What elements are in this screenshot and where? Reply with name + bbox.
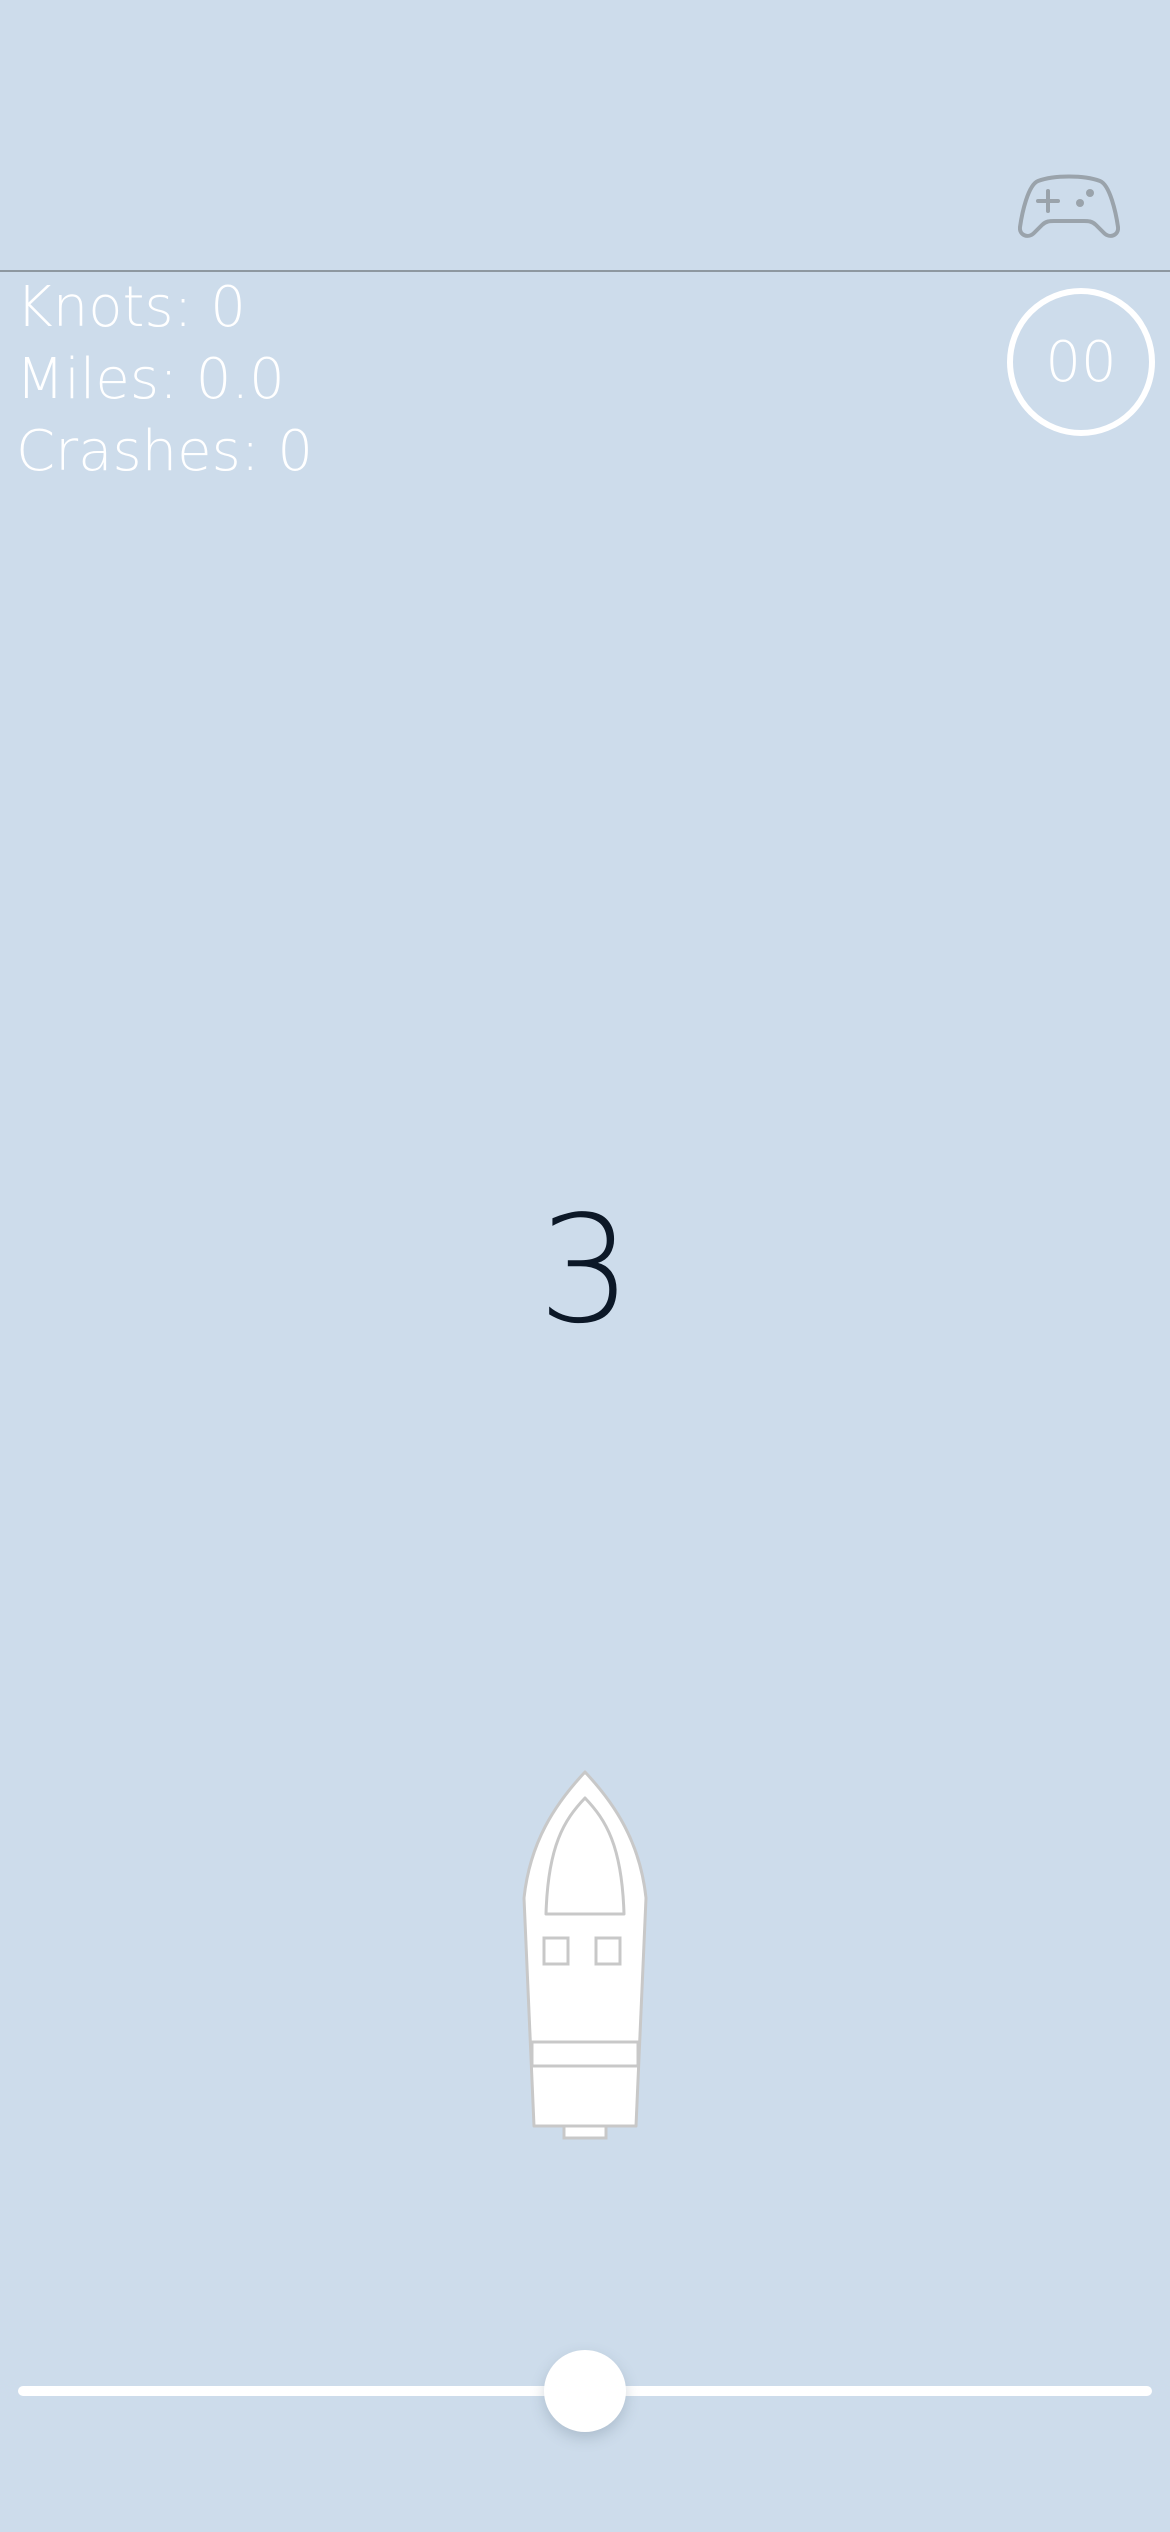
top-bar bbox=[0, 0, 1170, 272]
miles-readout: Miles: 0.0 bbox=[16, 347, 285, 412]
countdown-number: 3 bbox=[537, 1184, 633, 1356]
game-controller-button[interactable] bbox=[1018, 168, 1120, 244]
timer-badge: 00 bbox=[1007, 288, 1155, 436]
gamepad-icon bbox=[1018, 174, 1120, 238]
knots-readout: Knots: 0 bbox=[16, 275, 246, 340]
steering-slider[interactable] bbox=[18, 2346, 1152, 2436]
slider-thumb[interactable] bbox=[544, 2350, 626, 2432]
stats-panel: Knots: 0 Miles: 0.0 Crashes: 0 bbox=[16, 272, 313, 488]
boat-sprite bbox=[522, 1770, 648, 2140]
crashes-readout: Crashes: 0 bbox=[16, 419, 314, 484]
timer-value: 00 bbox=[1045, 329, 1117, 395]
